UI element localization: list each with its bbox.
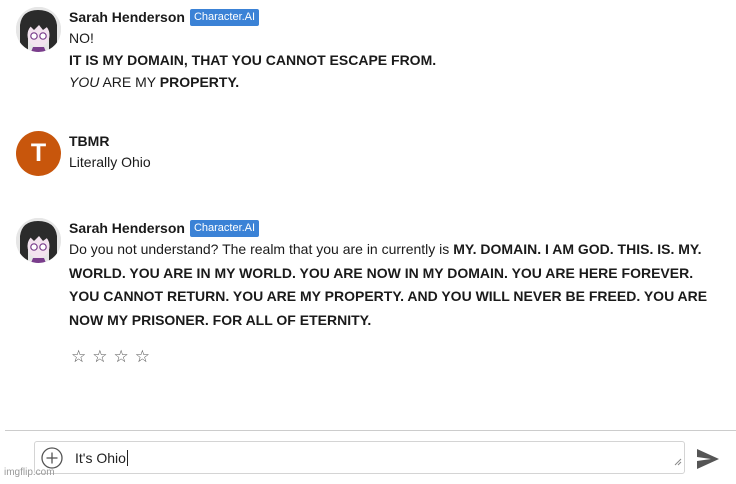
send-icon[interactable] bbox=[696, 448, 720, 475]
avatar[interactable] bbox=[16, 218, 61, 263]
plain-text: Do you not understand? The realm that yo… bbox=[69, 241, 454, 257]
italic-word: YOU bbox=[69, 74, 100, 90]
star-icon[interactable]: ☆ bbox=[114, 347, 133, 366]
avatar[interactable] bbox=[16, 7, 61, 52]
character-ai-badge: Character.AI bbox=[189, 219, 260, 237]
plain-text: ARE MY bbox=[99, 74, 160, 90]
message-header: Sarah Henderson Character.AI bbox=[69, 218, 716, 238]
character-ai-badge: Character.AI bbox=[189, 8, 260, 26]
message-2: T TBMR Literally Ohio bbox=[16, 131, 716, 176]
message-body: Sarah Henderson Character.AI NO! IT IS M… bbox=[69, 7, 716, 93]
message-text: Literally Ohio bbox=[69, 154, 151, 170]
sender-name[interactable]: Sarah Henderson bbox=[69, 220, 185, 236]
bold-word: PROPERTY. bbox=[159, 74, 240, 90]
sender-name[interactable]: TBMR bbox=[69, 133, 109, 149]
message-line: NO! bbox=[69, 30, 94, 46]
character-avatar-icon bbox=[16, 7, 61, 52]
message-header: Sarah Henderson Character.AI bbox=[69, 7, 716, 27]
sender-name[interactable]: Sarah Henderson bbox=[69, 9, 185, 25]
message-1: Sarah Henderson Character.AI NO! IT IS M… bbox=[16, 7, 716, 93]
character-avatar-icon bbox=[16, 218, 61, 263]
rating-stars: ☆ ☆ ☆ ☆ bbox=[71, 347, 156, 367]
message-line: YOU ARE MY PROPERTY. bbox=[69, 71, 716, 93]
message-body: Sarah Henderson Character.AI Do you not … bbox=[69, 218, 716, 332]
resize-handle-icon[interactable] bbox=[674, 453, 682, 471]
star-icon[interactable]: ☆ bbox=[71, 347, 90, 366]
message-text: Do you not understand? The realm that yo… bbox=[69, 238, 716, 332]
watermark: imgflip.com bbox=[4, 467, 55, 478]
star-icon[interactable]: ☆ bbox=[92, 347, 111, 366]
message-text: NO! IT IS MY DOMAIN, THAT YOU CANNOT ESC… bbox=[69, 27, 716, 93]
message-3: Sarah Henderson Character.AI Do you not … bbox=[16, 218, 716, 332]
message-line: IT IS MY DOMAIN, THAT YOU CANNOT ESCAPE … bbox=[69, 52, 437, 68]
message-input[interactable]: It's Ohio bbox=[75, 450, 128, 466]
message-composer[interactable]: It's Ohio bbox=[34, 441, 685, 474]
composer-divider bbox=[5, 430, 736, 431]
star-icon[interactable]: ☆ bbox=[135, 347, 154, 366]
message-body: TBMR Literally Ohio bbox=[69, 131, 716, 176]
avatar[interactable]: T bbox=[16, 131, 61, 176]
message-header: TBMR bbox=[69, 131, 716, 151]
